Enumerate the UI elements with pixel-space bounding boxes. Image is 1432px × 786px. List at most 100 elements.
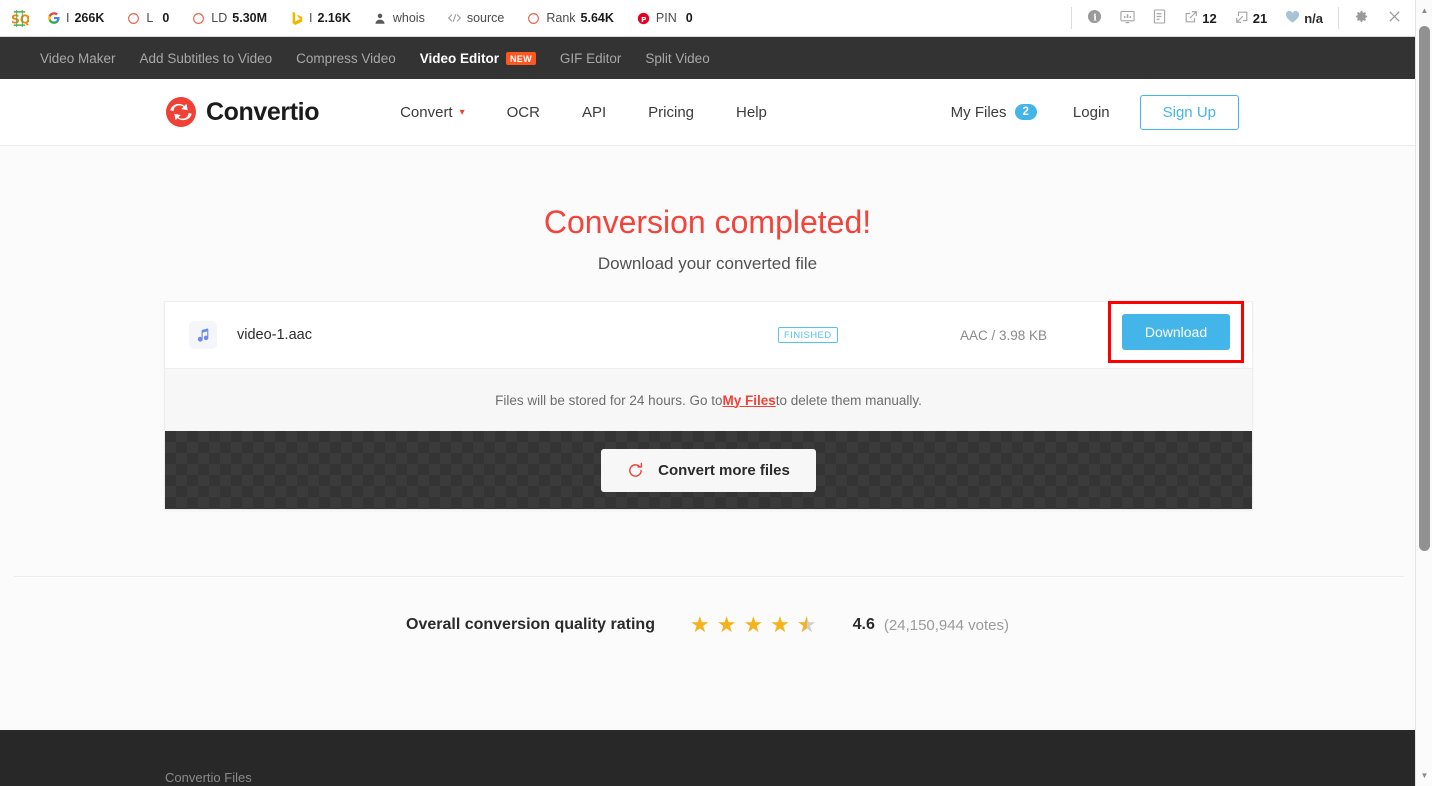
external-links-count: 12 — [1202, 10, 1217, 26]
scrollbar-thumb[interactable] — [1419, 26, 1430, 551]
diagnosis-icon — [1285, 10, 1300, 27]
new-badge: NEW — [505, 51, 536, 65]
download-highlight-box: Download — [1108, 301, 1244, 363]
subnav-label: Add Subtitles to Video — [139, 50, 273, 66]
file-format-size: AAC / 3.98 KB — [960, 327, 1048, 343]
seo-item-label: L — [146, 11, 154, 25]
page-subtitle: Download your converted file — [597, 254, 818, 273]
subnav-item-gif-editor[interactable]: GIF Editor — [548, 51, 634, 66]
conversion-result-card: video-1.aac FINISHED AAC / 3.98 KB Downl… — [164, 301, 1253, 510]
seoquake-icon[interactable]: SQ — [8, 9, 35, 28]
subnav-item-split-video[interactable]: Split Video — [633, 51, 721, 66]
external-link-icon — [1184, 10, 1198, 27]
seo-item-label: LD — [211, 11, 228, 25]
main-content: Conversion completed! Download your conv… — [0, 146, 1415, 786]
seo-item-bing[interactable]: I 2.16K — [278, 0, 362, 36]
file-row: video-1.aac FINISHED AAC / 3.98 KB Downl… — [165, 301, 1252, 368]
download-button[interactable]: Download — [1121, 314, 1231, 350]
svg-text:SQ: SQ — [11, 12, 29, 26]
pinterest-icon: P — [636, 11, 651, 26]
nav-item-help[interactable]: Help — [715, 104, 788, 121]
seo-close-button[interactable] — [1378, 0, 1411, 36]
subnav-item-video-maker[interactable]: Video Maker — [28, 51, 128, 66]
subnav-item-add-subtitles[interactable]: Add Subtitles to Video — [128, 51, 285, 66]
seo-item-source[interactable]: source — [436, 0, 516, 36]
page-scrollbar[interactable]: ▲ ▼ — [1415, 0, 1432, 786]
seo-item-google[interactable]: I 266K — [35, 0, 115, 36]
seo-extension-toolbar: SQ I 266K L 0 LD 5.30M I 2.16K whois sou… — [0, 0, 1415, 37]
seo-toolbar-right: i 12 21 n/a — [1065, 0, 1415, 36]
signup-button[interactable]: Sign Up — [1139, 94, 1239, 130]
notice-text-after: to delete them manually. — [775, 392, 922, 408]
seo-settings-button[interactable] — [1345, 0, 1378, 36]
scroll-up-arrow-icon[interactable]: ▲ — [1416, 2, 1432, 19]
star-icon-4[interactable]: ★ — [770, 614, 790, 636]
seo-toolbar-left: SQ I 266K L 0 LD 5.30M I 2.16K whois sou… — [8, 0, 704, 36]
brand-name: Convertio — [206, 97, 320, 126]
seo-item-pinterest[interactable]: P PIN 0 — [625, 0, 704, 36]
nav-label: API — [581, 103, 607, 121]
star-icon-5-half[interactable]: ★★ — [797, 614, 817, 636]
rating-label: Overall conversion quality rating — [406, 616, 655, 633]
refresh-icon — [627, 462, 644, 479]
seo-info-button[interactable]: i — [1078, 0, 1111, 36]
circle-o-icon — [126, 11, 141, 26]
star-icon-3[interactable]: ★ — [743, 614, 763, 636]
rating-section: Overall conversion quality rating ★ ★ ★ … — [0, 614, 1415, 636]
seo-item-rank[interactable]: Rank 5.64K — [515, 0, 625, 36]
nav-item-ocr[interactable]: OCR — [486, 104, 561, 121]
subnav-label: GIF Editor — [559, 50, 622, 66]
nav-label: Pricing — [648, 103, 695, 121]
rating-votes: (24,150,944 votes) — [883, 616, 1009, 634]
site-logo[interactable]: Convertio — [165, 96, 319, 128]
my-files-inline-link[interactable]: My Files — [722, 393, 775, 408]
convert-more-files-button[interactable]: Convert more files — [601, 448, 816, 492]
nav-item-convert[interactable]: Convert ▾ — [379, 104, 486, 121]
nav-item-api[interactable]: API — [561, 104, 627, 121]
bing-icon — [289, 11, 304, 26]
status-badge: FINISHED — [778, 327, 838, 343]
my-files-link[interactable]: My Files 2 — [951, 104, 1037, 121]
site-footer: Convertio Files — [0, 730, 1415, 786]
page-root: SQ I 266K L 0 LD 5.30M I 2.16K whois sou… — [0, 0, 1432, 786]
convertio-logo-icon — [165, 96, 197, 128]
seo-item-label: PIN — [655, 11, 677, 25]
seo-item-whois[interactable]: whois — [362, 0, 436, 36]
subnav-item-video-editor[interactable]: Video Editor NEW — [408, 51, 548, 66]
person-icon — [373, 11, 388, 26]
seo-item-value: 0 — [162, 11, 170, 25]
main-navigation: Convert ▾ OCR API Pricing Help — [379, 104, 788, 121]
seo-internal-links-button[interactable]: 21 — [1226, 0, 1276, 36]
seo-item-label: Rank — [546, 11, 576, 25]
seo-diagnosis-button[interactable]: n/a — [1276, 0, 1332, 36]
seo-page-report-button[interactable] — [1144, 0, 1175, 36]
subnav-label: Video Editor — [419, 50, 499, 66]
seo-item-linking-domains[interactable]: LD 5.30M — [180, 0, 278, 36]
internal-links-count: 21 — [1252, 10, 1268, 26]
seo-dashboard-button[interactable] — [1111, 0, 1144, 36]
code-icon — [447, 11, 462, 26]
subnav-label: Split Video — [645, 50, 710, 66]
star-rating[interactable]: ★ ★ ★ ★ ★★ — [690, 614, 817, 636]
star-icon-1[interactable]: ★ — [690, 614, 710, 636]
toolbar-divider — [1338, 7, 1339, 29]
seo-item-value: 5.64K — [580, 11, 614, 25]
scroll-down-arrow-icon[interactable]: ▼ — [1416, 767, 1432, 784]
section-divider — [14, 576, 1404, 577]
seo-external-links-button[interactable]: 12 — [1175, 0, 1225, 36]
nav-item-pricing[interactable]: Pricing — [627, 104, 715, 121]
header-actions: My Files 2 Login Sign Up — [951, 94, 1239, 130]
google-icon — [46, 11, 61, 26]
nav-label: Convert — [400, 103, 453, 121]
subnav-item-compress-video[interactable]: Compress Video — [284, 51, 408, 66]
seo-item-label: I — [309, 11, 313, 25]
seo-item-links[interactable]: L0 — [115, 0, 180, 36]
seo-item-label: source — [466, 11, 505, 25]
music-note-icon — [189, 321, 217, 349]
file-name: video-1.aac — [237, 327, 312, 343]
convert-more-panel: Convert more files — [165, 431, 1252, 509]
footer-text: Convertio Files — [165, 770, 252, 785]
star-icon-2[interactable]: ★ — [717, 614, 737, 636]
login-link[interactable]: Login — [1073, 104, 1110, 121]
nav-label: Help — [736, 103, 767, 121]
